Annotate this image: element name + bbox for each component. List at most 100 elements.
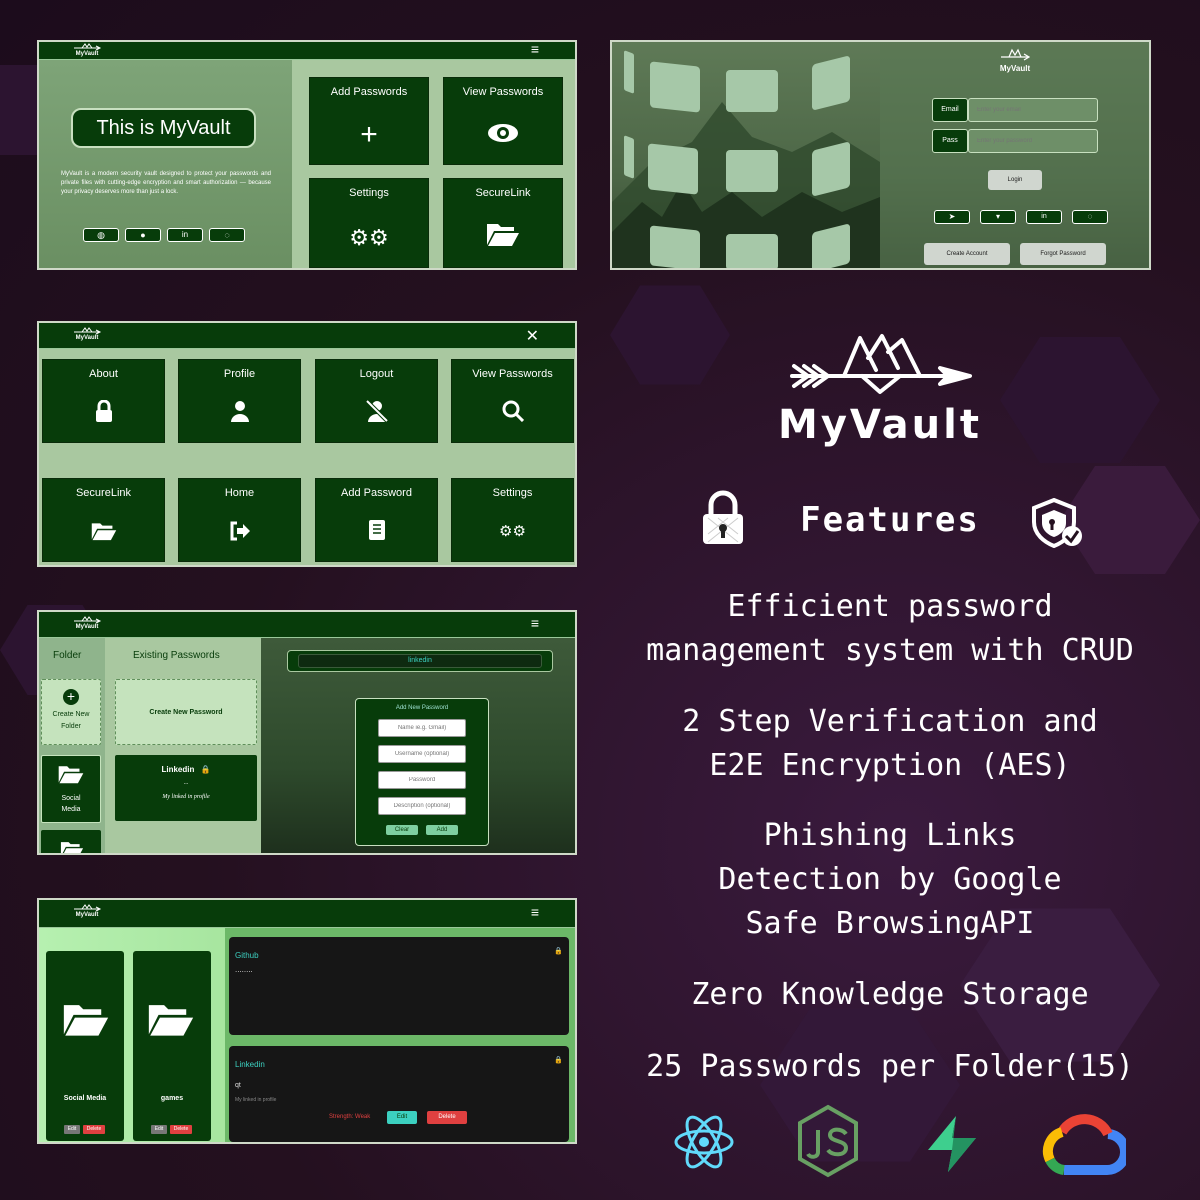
edit-button[interactable]: Edit (387, 1111, 417, 1124)
github-icon[interactable]: ● (125, 228, 161, 242)
view-passwords-tile[interactable]: View Passwords (451, 359, 574, 443)
tile-label: Settings (349, 187, 389, 199)
floating-card (812, 223, 850, 268)
folder-open-icon (43, 521, 164, 541)
add-password-tile[interactable]: Add Password (315, 478, 438, 562)
add-button[interactable]: Add (426, 825, 458, 835)
settings-tile[interactable]: Settings ⚙⚙ (451, 478, 574, 562)
logo-text: MyVault (75, 912, 99, 918)
folder-card[interactable]: Social Media (41, 755, 101, 823)
user-slash-icon (316, 400, 437, 422)
tile-label: Add Password (341, 487, 412, 499)
whatsapp-icon[interactable]: ◌ (1072, 210, 1108, 224)
search-bar[interactable]: linkedin (287, 650, 553, 672)
create-folder-card[interactable]: + Create New Folder (41, 679, 101, 745)
menu-icon[interactable]: ≡ (531, 905, 539, 919)
entry-description: My linked in profile (162, 794, 210, 800)
twitter-icon[interactable]: ▾ (980, 210, 1016, 224)
myvault-logo: MyVault (980, 48, 1050, 73)
login-button[interactable]: Login (988, 170, 1042, 190)
logo-text: MyVault (75, 624, 99, 630)
linkedin-icon[interactable]: in (1026, 210, 1062, 224)
securelink-tile[interactable]: SecureLink (42, 478, 165, 562)
clear-button[interactable]: Clear (386, 825, 418, 835)
floating-card-edge (624, 50, 634, 94)
search-icon (452, 400, 573, 422)
panel-login-screenshot: MyVault Email Pass Login ➤ ▾ in ◌ Create… (610, 40, 1151, 270)
password-card[interactable]: Linkedin 🔒 qt My linked in profile Stren… (229, 1046, 569, 1142)
logo-text: MyVault (75, 51, 99, 57)
securelink-tile[interactable]: SecureLink (443, 178, 563, 268)
feature-2fa: 2 Step Verification and E2E Encryption (… (600, 700, 1180, 788)
password-field[interactable] (968, 129, 1098, 153)
myvault-logo[interactable]: MyVault (67, 327, 107, 341)
name-field[interactable] (378, 719, 466, 737)
close-icon[interactable]: ✕ (526, 326, 539, 346)
gears-icon: ⚙⚙ (499, 523, 526, 540)
home-tile[interactable]: Home (178, 478, 301, 562)
sign-in-icon (179, 521, 300, 541)
google-cloud-icon (1040, 1110, 1131, 1185)
feature-zero-knowledge: Zero Knowledge Storage (600, 973, 1180, 1017)
tile-label: Logout (359, 368, 394, 380)
logo-text: MyVault (999, 64, 1031, 73)
logout-tile[interactable]: Logout (315, 359, 438, 443)
card-title: Github (235, 951, 259, 960)
pass-label: Pass (932, 129, 968, 153)
floating-card (726, 150, 778, 192)
delete-button[interactable]: Delete (427, 1111, 467, 1124)
top-bar: MyVault ≡ (39, 42, 575, 60)
edit-button[interactable]: Edit (64, 1125, 80, 1134)
about-tile[interactable]: About (42, 359, 165, 443)
profile-tile[interactable]: Profile (178, 359, 301, 443)
feature-folder-limit: 25 Passwords per Folder(15) (600, 1045, 1180, 1089)
create-password-card[interactable]: Create New Password (115, 679, 257, 745)
folder-card[interactable]: Social Media Edit Delete (46, 951, 124, 1141)
feature-crud: Efficient password management system wit… (600, 585, 1180, 673)
folder-label: Social Media (61, 795, 81, 813)
view-passwords-tile[interactable]: View Passwords (443, 77, 563, 165)
description-field[interactable] (378, 797, 466, 815)
card-description: My linked in profile (235, 1097, 277, 1103)
forgot-password-button[interactable]: Forgot Password (1020, 243, 1106, 265)
myvault-logo[interactable]: MyVault (67, 43, 107, 57)
password-entry-card[interactable]: Linkedin 🔒 .. My linked in profile (115, 755, 257, 821)
social-row: ◍ ● in ◌ (83, 228, 245, 242)
brand-name: MyVault (778, 402, 982, 448)
folder-open-icon (62, 1001, 110, 1042)
folder-card[interactable]: games Edit Delete (133, 951, 211, 1141)
floating-card (726, 70, 778, 112)
brand-logo-mark (788, 328, 974, 403)
delete-button[interactable]: Delete (83, 1125, 105, 1134)
password-card[interactable]: Github 🔒 ........ (229, 937, 569, 1035)
linkedin-icon[interactable]: in (167, 228, 203, 242)
folder-card-partial[interactable] (41, 830, 101, 853)
email-field[interactable] (968, 98, 1098, 122)
tile-label: SecureLink (475, 187, 531, 199)
menu-icon[interactable]: ≡ (531, 42, 539, 56)
lock-icon (43, 400, 164, 422)
padlock-icon (700, 490, 746, 551)
supabase-icon (924, 1114, 980, 1179)
globe-icon[interactable]: ◍ (83, 228, 119, 242)
user-icon (179, 400, 300, 422)
myvault-logo[interactable]: MyVault (67, 904, 107, 918)
feature-line: Safe BrowsingAPI (745, 906, 1035, 941)
card-username: qt (235, 1082, 241, 1089)
delete-button[interactable]: Delete (170, 1125, 192, 1134)
add-passwords-tile[interactable]: Add Passwords + (309, 77, 429, 165)
tile-label: View Passwords (462, 86, 544, 98)
eye-icon (444, 122, 562, 144)
panel-vault-screenshot: MyVault ≡ Social Media Edit Delete games… (37, 898, 577, 1144)
myvault-logo[interactable]: MyVault (67, 616, 107, 630)
whatsapp-icon[interactable]: ◌ (209, 228, 245, 242)
feature-line: Zero Knowledge Storage (691, 977, 1089, 1012)
telegram-icon[interactable]: ➤ (934, 210, 970, 224)
strength-indicator: Strength: Weak (329, 1114, 371, 1120)
settings-tile[interactable]: Settings ⚙⚙ (309, 178, 429, 268)
password-field[interactable] (378, 771, 466, 789)
menu-icon[interactable]: ≡ (531, 616, 539, 630)
create-account-button[interactable]: Create Account (924, 243, 1010, 265)
username-field[interactable] (378, 745, 466, 763)
edit-button[interactable]: Edit (151, 1125, 167, 1134)
